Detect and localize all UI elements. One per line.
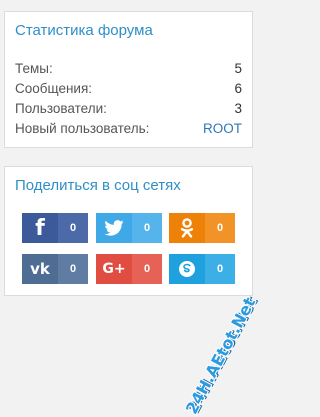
stat-label-users: Пользователи: xyxy=(15,101,107,116)
share-count-twitter: 0 xyxy=(132,213,162,243)
share-vk-button[interactable]: vk 0 xyxy=(22,254,88,284)
vk-icon: vk xyxy=(22,254,58,284)
share-google-plus-button[interactable]: G+ 0 xyxy=(96,254,162,284)
share-count-skype: 0 xyxy=(205,254,235,284)
share-count-google-plus: 0 xyxy=(132,254,162,284)
share-buttons-grid: f 0 0 0 vk 0 G+ 0 0 xyxy=(22,213,240,293)
share-odnoklassniki-button[interactable]: 0 xyxy=(169,213,235,243)
stat-row-posts: Сообщения: 6 xyxy=(15,80,242,100)
share-count-facebook: 0 xyxy=(58,213,88,243)
share-count-vk: 0 xyxy=(58,254,88,284)
share-facebook-button[interactable]: f 0 xyxy=(22,213,88,243)
skype-icon xyxy=(169,254,205,284)
share-title: Поделиться в соц сетях xyxy=(15,177,181,194)
stat-value-posts: 6 xyxy=(234,81,242,96)
forum-stats-title: Статистика форума xyxy=(15,22,153,39)
forum-stats-list: Темы: 5 Сообщения: 6 Пользователи: 3 Нов… xyxy=(15,60,242,140)
stat-value-topics: 5 xyxy=(234,61,242,76)
share-skype-button[interactable]: 0 xyxy=(169,254,235,284)
stat-label-newest-user: Новый пользователь: xyxy=(15,121,150,136)
forum-stats-panel: Статистика форума Темы: 5 Сообщения: 6 П… xyxy=(4,11,253,148)
odnoklassniki-icon xyxy=(169,213,205,243)
twitter-icon xyxy=(96,213,132,243)
facebook-icon: f xyxy=(22,213,58,243)
stat-row-topics: Темы: 5 xyxy=(15,60,242,80)
stat-label-topics: Темы: xyxy=(15,61,53,76)
stat-row-newest-user: Новый пользователь: ROOT xyxy=(15,120,242,140)
site-watermark: 24H.AEtot.Net xyxy=(181,294,259,417)
share-panel: Поделиться в соц сетях f 0 0 0 vk 0 G+ 0… xyxy=(4,166,253,296)
newest-user-link[interactable]: ROOT xyxy=(203,120,242,140)
share-twitter-button[interactable]: 0 xyxy=(96,213,162,243)
stat-value-users: 3 xyxy=(234,101,242,116)
stat-row-users: Пользователи: 3 xyxy=(15,100,242,120)
stat-label-posts: Сообщения: xyxy=(15,81,93,96)
google-plus-icon: G+ xyxy=(96,254,132,284)
share-count-odnoklassniki: 0 xyxy=(205,213,235,243)
